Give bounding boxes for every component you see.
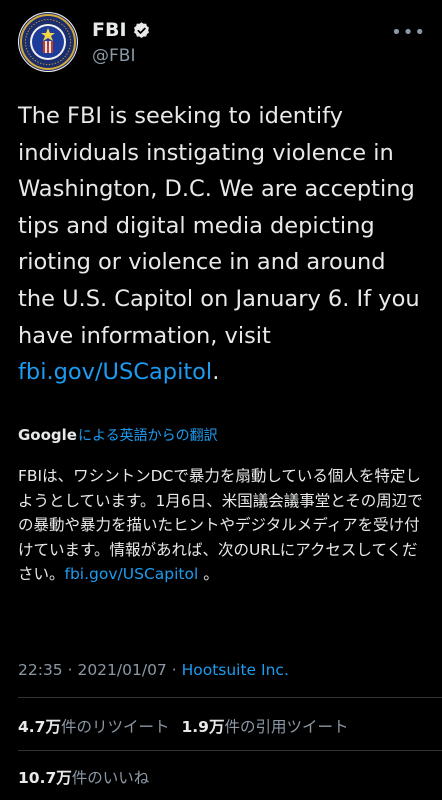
- meta-separator-1: ·: [62, 661, 78, 679]
- verified-badge-icon: [133, 21, 149, 38]
- translated-text-end: 。: [198, 565, 219, 583]
- google-logo: Google: [18, 426, 77, 444]
- more-icon[interactable]: •••: [391, 22, 426, 43]
- retweets-stat[interactable]: 4.7万件のリツイート: [18, 715, 169, 737]
- tweet-meta: 22:35 · 2021/01/07 · Hootsuite Inc.: [18, 661, 289, 679]
- retweets-count: 4.7万: [18, 718, 61, 736]
- author-handle[interactable]: @FBI: [92, 46, 135, 66]
- likes-label: 件のいいね: [71, 769, 150, 787]
- tweet-stats: 4.7万件のリツイート 1.9万件の引用ツイート: [18, 715, 360, 737]
- likes-stat[interactable]: 10.7万件のいいね: [18, 766, 149, 788]
- retweets-label: 件のリツイート: [60, 718, 170, 736]
- tweet-date[interactable]: 2021/01/07: [77, 661, 166, 679]
- divider: [18, 697, 442, 698]
- tweet-source[interactable]: Hootsuite Inc.: [182, 661, 289, 679]
- translated-text: FBIは、ワシントンDCで暴力を扇動している個人を特定しようとしています。1月6…: [18, 464, 428, 587]
- quotes-stat[interactable]: 1.9万件の引用ツイート: [181, 715, 348, 737]
- tweet-text: The FBI is seeking to identify individua…: [18, 98, 422, 391]
- translated-link[interactable]: fbi.gov/USCapitol: [65, 565, 199, 583]
- avatar[interactable]: [18, 12, 78, 72]
- tweet-text-body: The FBI is seeking to identify individua…: [18, 103, 420, 349]
- tweet-time[interactable]: 22:35: [18, 661, 63, 679]
- translation-attribution[interactable]: Google による英語からの翻訳: [18, 425, 218, 445]
- divider: [18, 750, 442, 751]
- tweet-text-end: .: [212, 359, 220, 386]
- tweet-header: FBI @FBI •••: [18, 12, 426, 74]
- translation-link[interactable]: による英語からの翻訳: [78, 425, 218, 445]
- author-display-name[interactable]: FBI: [92, 19, 127, 41]
- tweet-link[interactable]: fbi.gov/USCapitol: [18, 359, 212, 385]
- meta-separator-2: ·: [166, 661, 182, 679]
- likes-count: 10.7万: [18, 769, 72, 787]
- author-name-row: FBI: [92, 19, 151, 41]
- quotes-count: 1.9万: [181, 718, 225, 736]
- quotes-label: 件の引用ツイート: [224, 718, 349, 736]
- fbi-seal-icon: [19, 13, 77, 71]
